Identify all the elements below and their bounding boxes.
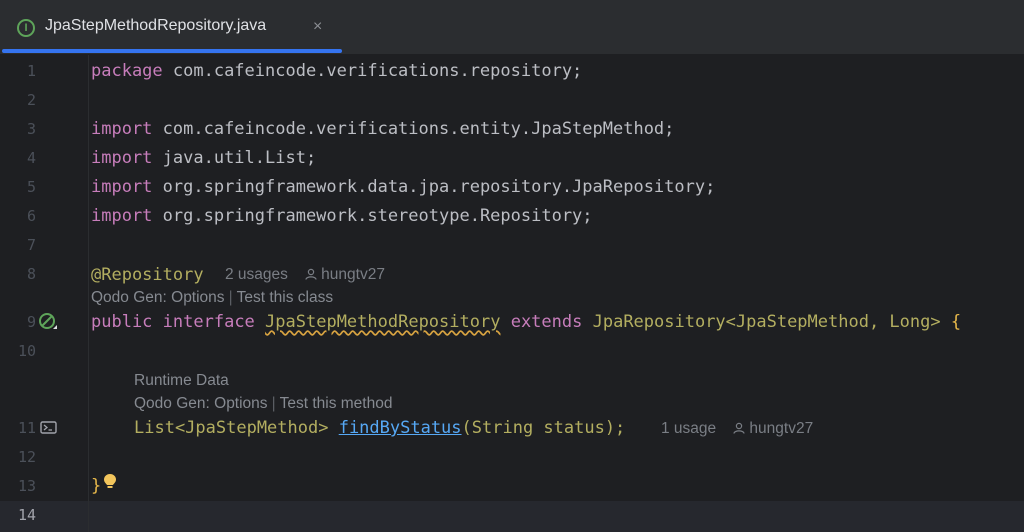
- line-number: 14: [17, 506, 36, 524]
- line-number: 7: [26, 236, 36, 254]
- code-line-interface[interactable]: public interface JpaStepMethodRepository…: [91, 311, 961, 333]
- keyword: import: [91, 177, 153, 197]
- extends-type: JpaRepository<JpaStepMethod, Long>: [592, 312, 951, 332]
- method-params: (String status);: [461, 418, 626, 438]
- implementations-icon[interactable]: [38, 312, 60, 332]
- line-number: 6: [26, 207, 36, 225]
- code-line-import[interactable]: import java.util.List;: [91, 147, 316, 169]
- keyword: import: [91, 148, 153, 168]
- code-line-import[interactable]: import org.springframework.data.jpa.repo…: [91, 176, 715, 198]
- tab-title: JpaStepMethodRepository.java: [45, 17, 267, 34]
- gutter-divider: [88, 55, 89, 532]
- keyword: public: [91, 312, 153, 332]
- line-number: 13: [17, 477, 36, 495]
- user-icon: [305, 268, 317, 280]
- code-line-annotation[interactable]: @Repository: [91, 264, 204, 286]
- class-code-vision: Qodo Gen: Options | Test this class: [91, 289, 334, 306]
- qodo-options-link[interactable]: Qodo Gen: Options: [134, 395, 268, 412]
- user-icon: [733, 422, 746, 434]
- usages-hint[interactable]: 1 usage: [661, 420, 716, 437]
- method-inlay-hints[interactable]: 1 usage hungtv27: [661, 419, 813, 439]
- close-icon[interactable]: ×: [313, 18, 322, 36]
- line-number: 2: [26, 91, 36, 109]
- code-line-import[interactable]: import com.cafeincode.verifications.enti…: [91, 118, 674, 140]
- keyword: interface: [162, 312, 255, 332]
- line-number: 1: [26, 62, 36, 80]
- active-tab-indicator: [2, 49, 342, 53]
- line-number: 9: [26, 313, 36, 331]
- tab-jpastepmethodrepository[interactable]: I JpaStepMethodRepository.java ×: [0, 0, 342, 54]
- method-name[interactable]: findByStatus: [339, 418, 462, 438]
- java-interface-icon: I: [17, 19, 35, 37]
- line-number: 10: [17, 342, 36, 360]
- runtime-data-hint[interactable]: Runtime Data: [134, 371, 229, 391]
- lightbulb-icon[interactable]: [103, 473, 117, 491]
- import-path: com.cafeincode.verifications.entity.JpaS…: [152, 119, 675, 139]
- line-number: 4: [26, 149, 36, 167]
- test-method-link[interactable]: Test this method: [280, 395, 393, 412]
- class-inlay-hints[interactable]: 2 usages hungtv27: [225, 265, 385, 285]
- qodo-options-link[interactable]: Qodo Gen: Options: [91, 289, 225, 306]
- import-path: org.springframework.data.jpa.repository.…: [152, 177, 716, 197]
- keyword: import: [91, 119, 153, 139]
- method-code-vision: Qodo Gen: Options | Test this method: [134, 395, 393, 412]
- keyword: extends: [510, 312, 583, 332]
- keyword: import: [91, 206, 153, 226]
- author-hint[interactable]: hungtv27: [749, 420, 813, 437]
- test-class-link[interactable]: Test this class: [237, 289, 333, 306]
- author-hint[interactable]: hungtv27: [321, 266, 385, 283]
- return-type: List<JpaStepMethod>: [134, 418, 339, 438]
- current-line-highlight: [0, 501, 1024, 532]
- close-brace: }: [91, 476, 102, 496]
- import-path: java.util.List;: [152, 148, 317, 168]
- line-number: 11: [17, 419, 36, 437]
- usages-hint[interactable]: 2 usages: [225, 266, 288, 283]
- line-number: 12: [17, 448, 36, 466]
- code-line-package[interactable]: package com.cafeincode.verifications.rep…: [91, 60, 582, 82]
- line-number: 3: [26, 120, 36, 138]
- interface-name: JpaStepMethodRepository: [265, 312, 501, 332]
- package-name: com.cafeincode.verifications.repository;: [162, 61, 583, 81]
- annotation: @Repository: [91, 265, 204, 285]
- open-brace: {: [950, 312, 962, 332]
- code-line-method[interactable]: List<JpaStepMethod> findByStatus(String …: [134, 417, 625, 439]
- code-line-import[interactable]: import org.springframework.stereotype.Re…: [91, 205, 593, 227]
- import-path: org.springframework.stereotype.Repositor…: [152, 206, 593, 226]
- code-line-close[interactable]: }: [91, 475, 101, 497]
- line-number: 5: [26, 178, 36, 196]
- run-query-icon[interactable]: [40, 420, 58, 436]
- keyword: package: [91, 61, 163, 81]
- editor-tab-bar: I JpaStepMethodRepository.java ×: [0, 0, 1024, 55]
- line-number: 8: [26, 265, 36, 283]
